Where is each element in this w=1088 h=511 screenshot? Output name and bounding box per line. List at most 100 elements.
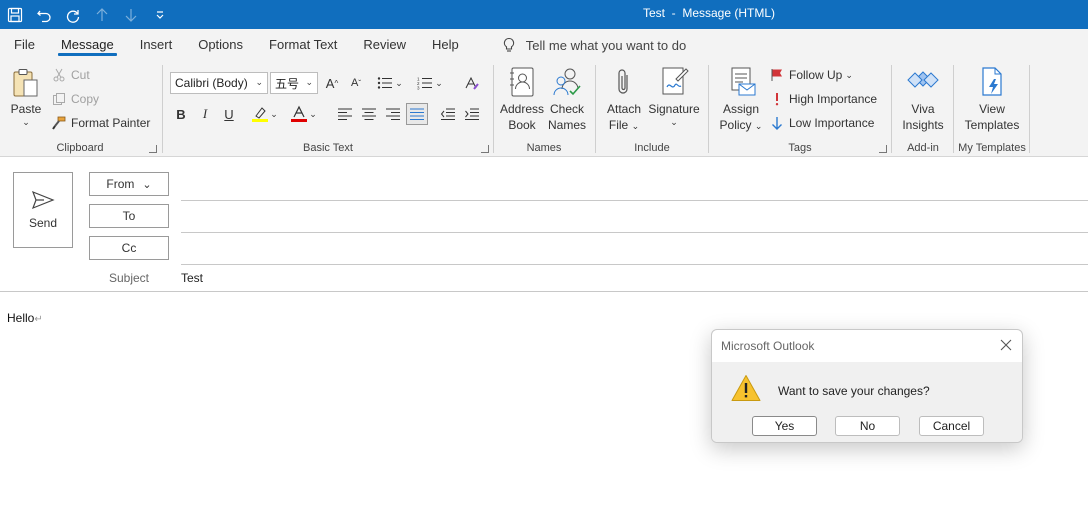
attach-file-button[interactable]: Attach File ⌄ xyxy=(603,67,645,134)
send-icon xyxy=(31,190,55,210)
copy-label: Copy xyxy=(71,92,100,106)
chevron-down-icon[interactable]: ⌄ xyxy=(268,103,280,125)
names-group-label: Names xyxy=(526,142,562,154)
align-left-icon[interactable] xyxy=(334,103,356,125)
cancel-label: Cancel xyxy=(932,419,971,433)
from-label: From xyxy=(106,177,135,191)
chevron-down-icon: ⌄ xyxy=(22,117,30,127)
copy-button[interactable]: Copy xyxy=(52,92,99,106)
check-names-label-1: Check xyxy=(549,102,584,116)
font-size-select[interactable]: 五号 ⌄ xyxy=(270,72,318,94)
dialog-message: Want to save your changes? xyxy=(778,384,930,398)
paste-label: Paste xyxy=(10,102,42,116)
down-arrow-icon xyxy=(772,117,782,130)
font-name-select[interactable]: Calibri (Body) ⌄ xyxy=(170,72,268,94)
paperclip-icon xyxy=(618,69,628,94)
check-names-icon xyxy=(553,68,581,96)
title-bar: Test - Message (HTML) xyxy=(0,0,1088,29)
decrease-indent-icon[interactable] xyxy=(437,103,459,125)
subject-divider xyxy=(0,291,1088,292)
justify-icon[interactable] xyxy=(406,103,428,125)
tags-launcher[interactable] xyxy=(879,145,887,153)
warning-icon xyxy=(731,374,761,405)
to-button[interactable]: To xyxy=(89,204,169,228)
basic-text-launcher[interactable] xyxy=(481,145,489,153)
tab-review[interactable]: Review xyxy=(350,29,419,61)
viva-insights-button[interactable]: Viva Insights xyxy=(897,67,949,133)
tab-message[interactable]: Message xyxy=(48,29,127,61)
dialog-body: Want to save your changes? Yes No Cancel xyxy=(712,362,1022,442)
signature-button[interactable]: Signature ⌄ xyxy=(647,67,701,127)
templates-group-label: My Templates xyxy=(958,142,1026,154)
tab-insert[interactable]: Insert xyxy=(127,29,186,61)
follow-up-button[interactable]: Follow Up ⌄ xyxy=(770,68,853,82)
address-book-label-1: Address xyxy=(499,102,545,116)
view-templates-label-2: Templates xyxy=(964,118,1020,132)
policy-icon xyxy=(731,67,756,96)
close-icon[interactable] xyxy=(998,337,1014,353)
check-names-label-2: Names xyxy=(547,118,586,132)
chevron-down-icon[interactable]: ⌄ xyxy=(433,72,445,94)
check-names-button[interactable]: Check Names xyxy=(545,67,589,133)
from-button[interactable]: From ⌄ xyxy=(89,172,169,196)
include-group-label: Include xyxy=(634,142,670,154)
no-button[interactable]: No xyxy=(835,416,900,436)
align-right-icon[interactable] xyxy=(382,103,404,125)
follow-up-label: Follow Up xyxy=(789,68,843,82)
assign-policy-button[interactable]: Assign Policy ⌄ xyxy=(716,67,766,134)
chevron-down-icon[interactable]: ⌄ xyxy=(393,72,405,94)
viva-insights-icon xyxy=(907,71,939,88)
tab-format-text[interactable]: Format Text xyxy=(256,29,350,61)
subject-input[interactable]: Test xyxy=(181,271,203,285)
tab-file[interactable]: File xyxy=(0,29,48,61)
grow-font-icon[interactable]: A ^ xyxy=(321,72,343,94)
ribbon-tabs: File Message Insert Options Format Text … xyxy=(0,29,1088,61)
paragraph-mark-icon: ↵ xyxy=(34,314,43,325)
clear-formatting-icon[interactable] xyxy=(461,72,483,94)
ribbon: Paste ⌄ Cut Copy Format Painter Clipboar… xyxy=(0,61,1088,157)
view-templates-label-1: View xyxy=(979,102,1005,116)
shrink-font-icon[interactable]: Aˇ xyxy=(345,72,367,94)
attach-label-2: File ⌄ xyxy=(608,118,640,132)
font-name-value: Calibri (Body) xyxy=(175,76,248,90)
tell-me-search[interactable]: Tell me what you want to do xyxy=(502,37,686,53)
cc-input[interactable] xyxy=(181,236,1088,262)
format-painter-button[interactable]: Format Painter xyxy=(52,116,150,130)
increase-indent-icon[interactable] xyxy=(461,103,483,125)
bold-icon[interactable]: B xyxy=(170,103,192,125)
templates-group: View Templates My Templates xyxy=(955,61,1029,157)
basic-text-group-label: Basic Text xyxy=(303,142,353,154)
send-button[interactable]: Send xyxy=(13,172,73,248)
addin-group-label: Add-in xyxy=(907,142,939,154)
cut-label: Cut xyxy=(71,68,90,82)
tab-options[interactable]: Options xyxy=(185,29,256,61)
low-importance-button[interactable]: Low Importance xyxy=(770,116,874,130)
include-group: Attach File ⌄ Signature ⌄ Include xyxy=(597,61,707,157)
cc-button[interactable]: Cc xyxy=(89,236,169,260)
clipboard-launcher[interactable] xyxy=(149,145,157,153)
chevron-down-icon: ⌄ xyxy=(845,69,853,80)
viva-label-1: Viva xyxy=(911,102,935,116)
paste-button[interactable]: Paste ⌄ xyxy=(8,67,44,127)
cancel-button[interactable]: Cancel xyxy=(919,416,984,436)
italic-icon[interactable]: I xyxy=(194,103,216,125)
cc-field-line xyxy=(181,264,1088,265)
window-title: Test - Message (HTML) xyxy=(642,6,776,20)
cut-button[interactable]: Cut xyxy=(52,68,90,82)
chevron-down-icon: ⌄ xyxy=(754,121,763,131)
yes-button[interactable]: Yes xyxy=(752,416,817,436)
copy-icon xyxy=(53,93,65,105)
to-input[interactable] xyxy=(181,204,1088,230)
align-center-icon[interactable] xyxy=(358,103,380,125)
paintbrush-icon xyxy=(52,116,66,130)
to-field-line xyxy=(181,232,1088,233)
chevron-down-icon[interactable]: ⌄ xyxy=(307,103,319,125)
view-templates-button[interactable]: View Templates xyxy=(959,67,1025,133)
address-book-label-2: Book xyxy=(508,118,536,132)
message-body[interactable]: Hello↵ xyxy=(7,311,43,325)
underline-icon[interactable]: U xyxy=(218,103,240,125)
tab-help[interactable]: Help xyxy=(419,29,472,61)
high-importance-button[interactable]: High Importance xyxy=(770,92,877,106)
address-book-button[interactable]: Address Book xyxy=(499,67,545,133)
scissors-icon xyxy=(53,68,65,82)
